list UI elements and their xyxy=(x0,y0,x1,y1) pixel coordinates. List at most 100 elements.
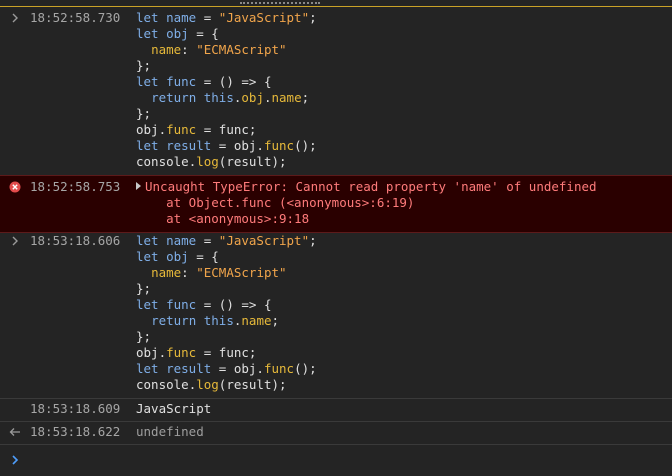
code-line: at Object.func (<anonymous>:6:19) xyxy=(136,195,597,211)
code-token: this xyxy=(203,313,234,328)
code-token: name xyxy=(241,313,272,328)
error-message[interactable]: Uncaught TypeError: Cannot read property… xyxy=(136,179,597,227)
top-scroll-edge xyxy=(0,0,672,7)
console-prompt-row[interactable] xyxy=(0,444,672,476)
code-token: at <anonymous>:9:18 xyxy=(136,211,310,226)
code-line: let name = "JavaScript"; xyxy=(136,233,317,249)
error-circle-icon xyxy=(8,180,22,194)
return-arrow-icon xyxy=(8,425,22,439)
code-token: (); xyxy=(294,138,317,153)
code-line: at <anonymous>:9:18 xyxy=(136,211,597,227)
code-line: let func = () => { xyxy=(136,297,317,313)
expand-triangle-icon[interactable] xyxy=(136,182,141,190)
code-token: (result); xyxy=(218,377,287,392)
code-line: name: "ECMAScript" xyxy=(136,42,317,58)
code-token: obj xyxy=(136,122,159,137)
code-token: func xyxy=(166,74,197,89)
code-token: }; xyxy=(136,281,152,296)
code-token: let xyxy=(136,249,159,264)
console-input[interactable] xyxy=(136,450,640,470)
code-token: at Object.func (<anonymous>:6:19) xyxy=(136,195,415,210)
code-block: let name = "JavaScript"; let obj = { name… xyxy=(136,10,317,170)
code-token: ; xyxy=(309,10,317,25)
code-token: (result); xyxy=(218,154,287,169)
code-token: Uncaught TypeError: Cannot read property… xyxy=(145,179,597,194)
code-token: let xyxy=(136,138,159,153)
code-line: let result = obj.func(); xyxy=(136,361,317,377)
code-token: log xyxy=(196,154,219,169)
code-token: log xyxy=(196,377,219,392)
code-token: let xyxy=(136,233,159,248)
code-token: = { xyxy=(188,26,219,41)
code-token: = { xyxy=(188,249,219,264)
code-token: }; xyxy=(136,329,152,344)
code-token: "JavaScript" xyxy=(218,233,310,248)
code-token: }; xyxy=(136,58,152,73)
code-line: name: "ECMAScript" xyxy=(136,265,317,281)
code-line: }; xyxy=(136,281,317,297)
code-token: obj xyxy=(166,26,189,41)
entry-timestamp: 18:53:18.609 xyxy=(30,401,121,416)
console-entry-log[interactable]: 18:53:18.609 JavaScript xyxy=(0,398,672,422)
code-token: let xyxy=(136,74,159,89)
entry-timestamp: 18:52:58.753 xyxy=(30,179,121,194)
code-line: obj.func = func; xyxy=(136,345,317,361)
code-token: . xyxy=(158,122,167,137)
code-token: . xyxy=(158,345,167,360)
prompt-chevron-icon xyxy=(8,453,22,467)
code-token: func xyxy=(166,297,197,312)
code-line: undefined xyxy=(136,424,204,440)
code-token: . xyxy=(263,90,272,105)
code-token: = obj. xyxy=(211,138,264,153)
code-token: return xyxy=(151,90,197,105)
chevron-right-icon xyxy=(8,11,22,25)
code-token: name xyxy=(151,265,182,280)
code-line: let result = obj.func(); xyxy=(136,138,317,154)
code-token: func xyxy=(263,138,295,153)
code-line: }; xyxy=(136,58,317,74)
code-token: (); xyxy=(294,361,317,376)
entry-timestamp: 18:53:18.622 xyxy=(30,424,121,439)
output-value: JavaScript xyxy=(136,401,211,417)
code-line: let obj = { xyxy=(136,26,317,42)
code-block: let name = "JavaScript"; let obj = { name… xyxy=(136,233,317,393)
code-token: console xyxy=(136,377,189,392)
code-token: = obj. xyxy=(211,361,264,376)
code-line: console.log(result); xyxy=(136,154,317,170)
code-token: let xyxy=(136,361,159,376)
code-token: obj xyxy=(241,90,264,105)
code-token: = func; xyxy=(196,345,257,360)
console-entry-error[interactable]: 18:52:58.753 Uncaught TypeError: Cannot r… xyxy=(0,175,672,233)
code-token: ; xyxy=(309,233,317,248)
console-entry-input[interactable]: 18:52:58.730 let name = "JavaScript"; let … xyxy=(0,8,672,176)
code-token: ; xyxy=(271,313,280,328)
code-line: let name = "JavaScript"; xyxy=(136,10,317,26)
code-token: "ECMAScript" xyxy=(196,265,287,280)
code-token: = () => { xyxy=(196,297,272,312)
code-token: ; xyxy=(301,90,310,105)
code-token: name xyxy=(151,42,182,57)
code-token: name xyxy=(271,90,302,105)
entry-timestamp: 18:52:58.730 xyxy=(30,10,121,25)
code-token: result xyxy=(166,361,212,376)
console-entry-result[interactable]: 18:53:18.622 undefined xyxy=(0,421,672,445)
entry-timestamp: 18:53:18.606 xyxy=(30,233,121,248)
code-token: this xyxy=(203,90,234,105)
code-token: undefined xyxy=(136,424,204,439)
code-line: obj.func = func; xyxy=(136,122,317,138)
code-line: let obj = { xyxy=(136,249,317,265)
code-token: func xyxy=(263,361,295,376)
code-token: = xyxy=(196,233,219,248)
console-entry-input[interactable]: 18:53:18.606 let name = "JavaScript"; let … xyxy=(0,231,672,399)
